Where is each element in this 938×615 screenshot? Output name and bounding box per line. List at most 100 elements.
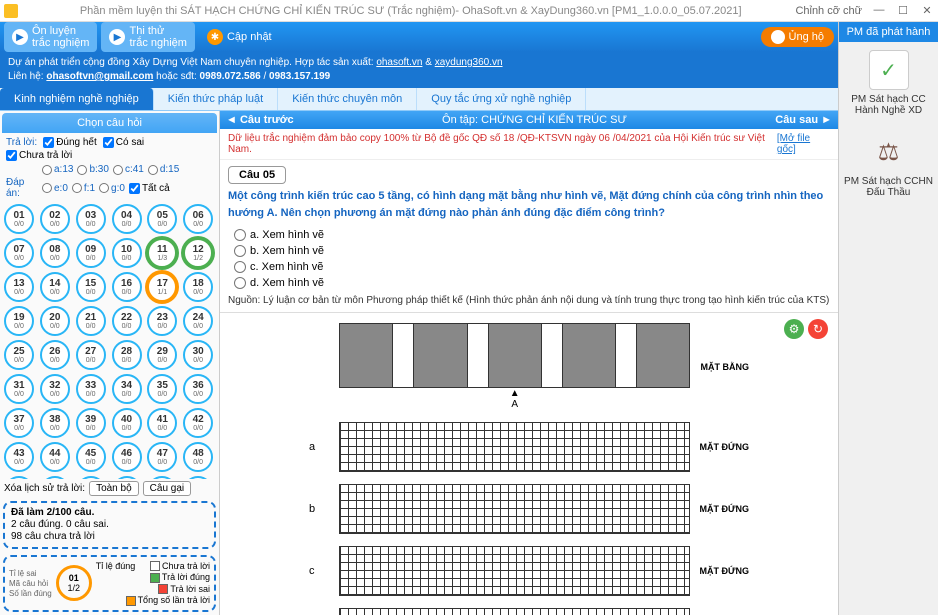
- question-cell-18[interactable]: 180/0: [183, 272, 213, 302]
- question-cell-33[interactable]: 330/0: [76, 374, 106, 404]
- software-item-1[interactable]: ✓ PM Sát hạch CC Hành Nghề XD: [839, 42, 938, 124]
- close-button[interactable]: ✕: [920, 4, 934, 18]
- question-cell-34[interactable]: 340/0: [112, 374, 142, 404]
- question-cell-30[interactable]: 300/0: [183, 340, 213, 370]
- question-cell-32[interactable]: 320/0: [40, 374, 70, 404]
- question-cell-15[interactable]: 150/0: [76, 272, 106, 302]
- update-button[interactable]: ✱ Cập nhật: [199, 26, 280, 48]
- support-icon: [771, 30, 785, 44]
- question-cell-16[interactable]: 160/0: [112, 272, 142, 302]
- data-source-alert: Dữ liệu trắc nghiệm đảm bảo copy 100% từ…: [220, 129, 838, 160]
- question-cell-37[interactable]: 370/0: [4, 408, 34, 438]
- question-cell-38[interactable]: 380/0: [40, 408, 70, 438]
- clear-recent-button[interactable]: Câu gại: [143, 481, 191, 496]
- question-cell-17[interactable]: 171/1: [147, 272, 177, 302]
- option-c[interactable]: c. Xem hình vẽ: [234, 259, 830, 275]
- exam-icon: ▶: [109, 29, 125, 45]
- info-bar: Dự án phát triển cộng đồng Xây Dựng Việt…: [0, 52, 838, 88]
- question-cell-36[interactable]: 360/0: [183, 374, 213, 404]
- filter-has-wrong[interactable]: Có sai: [103, 137, 144, 148]
- question-cell-39[interactable]: 390/0: [76, 408, 106, 438]
- answer-key-e[interactable]: e:0: [42, 177, 68, 199]
- plan-view-image: [339, 323, 691, 388]
- filter-all-correct[interactable]: Đúng hết: [43, 137, 97, 148]
- zoom-button[interactable]: ⚙: [784, 319, 804, 339]
- open-source-file-link[interactable]: [Mở file gốc]: [777, 133, 830, 155]
- answer-key-c[interactable]: c:41: [113, 164, 144, 175]
- question-cell-41[interactable]: 410/0: [147, 408, 177, 438]
- question-cell-44[interactable]: 440/0: [40, 442, 70, 472]
- maximize-button[interactable]: ☐: [896, 4, 910, 18]
- question-cell-06[interactable]: 060/0: [183, 204, 213, 234]
- practice-mode-button[interactable]: ▶ Ôn luyện trắc nghiệm: [4, 22, 97, 52]
- software-item-2[interactable]: ⚖ PM Sát hạch CCHN Đấu Thầu: [839, 124, 938, 206]
- question-cell-19[interactable]: 190/0: [4, 306, 34, 336]
- tab-specialized[interactable]: Kiến thức chuyên môn: [278, 88, 417, 110]
- question-cell-42[interactable]: 420/0: [183, 408, 213, 438]
- question-cell-14[interactable]: 140/0: [40, 272, 70, 302]
- question-cell-35[interactable]: 350/0: [147, 374, 177, 404]
- question-cell-25[interactable]: 250/0: [4, 340, 34, 370]
- question-cell-22[interactable]: 220/0: [112, 306, 142, 336]
- reset-button[interactable]: ↻: [808, 319, 828, 339]
- category-tabs: Kinh nghiệm nghề nghiệp Kiến thức pháp l…: [0, 88, 838, 111]
- question-cell-45[interactable]: 450/0: [76, 442, 106, 472]
- exam-mode-button[interactable]: ▶ Thi thử trắc nghiệm: [101, 22, 194, 52]
- question-cell-10[interactable]: 100/0: [112, 238, 142, 268]
- question-cell-20[interactable]: 200/0: [40, 306, 70, 336]
- selector-header: Chọn câu hỏi: [2, 113, 217, 133]
- question-cell-46[interactable]: 460/0: [112, 442, 142, 472]
- released-header: PM đã phát hành: [839, 22, 938, 42]
- question-cell-28[interactable]: 280/0: [112, 340, 142, 370]
- tab-ethics[interactable]: Quy tắc ứng xử nghề nghiệp: [417, 88, 586, 110]
- next-question-button[interactable]: Câu sau ►: [775, 114, 832, 126]
- question-cell-47[interactable]: 470/0: [147, 442, 177, 472]
- resize-text-label[interactable]: Chỉnh cỡ chữ: [795, 5, 862, 17]
- answer-key-f[interactable]: f:1: [72, 177, 95, 199]
- question-cell-09[interactable]: 090/0: [76, 238, 106, 268]
- question-cell-08[interactable]: 080/0: [40, 238, 70, 268]
- minimize-button[interactable]: —: [872, 4, 886, 18]
- answer-filter-label: Trả lời:: [6, 137, 37, 148]
- question-cell-48[interactable]: 480/0: [183, 442, 213, 472]
- option-d[interactable]: d. Xem hình vẽ: [234, 275, 830, 291]
- question-cell-29[interactable]: 290/0: [147, 340, 177, 370]
- answer-key-b[interactable]: b:30: [77, 164, 108, 175]
- question-cell-40[interactable]: 400/0: [112, 408, 142, 438]
- question-cell-13[interactable]: 130/0: [4, 272, 34, 302]
- tab-experience[interactable]: Kinh nghiệm nghề nghiệp: [0, 88, 154, 110]
- answer-key-all[interactable]: Tất cả: [129, 177, 170, 199]
- question-cell-21[interactable]: 210/0: [76, 306, 106, 336]
- answer-options: a. Xem hình vẽb. Xem hình vẽc. Xem hình …: [234, 227, 830, 291]
- question-number-badge: Câu 05: [228, 166, 286, 184]
- tab-law[interactable]: Kiến thức pháp luật: [154, 88, 278, 110]
- answer-key-g[interactable]: g:0: [99, 177, 125, 199]
- question-cell-43[interactable]: 430/0: [4, 442, 34, 472]
- question-cell-11[interactable]: 111/3: [147, 238, 177, 268]
- clear-all-button[interactable]: Toàn bộ: [89, 481, 139, 496]
- question-cell-24[interactable]: 240/0: [183, 306, 213, 336]
- question-cell-26[interactable]: 260/0: [40, 340, 70, 370]
- question-cell-04[interactable]: 040/0: [112, 204, 142, 234]
- prev-question-button[interactable]: ◄ Câu trước: [226, 114, 294, 126]
- question-cell-05[interactable]: 050/0: [147, 204, 177, 234]
- question-cell-12[interactable]: 121/2: [183, 238, 213, 268]
- question-cell-31[interactable]: 310/0: [4, 374, 34, 404]
- contact-email[interactable]: ohasoftvn@gmail.com: [46, 71, 153, 82]
- answer-key-a[interactable]: a:13: [42, 164, 73, 175]
- option-a[interactable]: a. Xem hình vẽ: [234, 227, 830, 243]
- link-ohasoft[interactable]: ohasoft.vn: [376, 57, 422, 68]
- option-b[interactable]: b. Xem hình vẽ: [234, 243, 830, 259]
- question-cell-07[interactable]: 070/0: [4, 238, 34, 268]
- question-cell-01[interactable]: 010/0: [4, 204, 34, 234]
- released-software-panel: PM đã phát hành ✓ PM Sát hạch CC Hành Ng…: [838, 22, 938, 615]
- link-xaydung360[interactable]: xaydung360.vn: [435, 57, 503, 68]
- question-cell-03[interactable]: 030/0: [76, 204, 106, 234]
- support-button[interactable]: Ủng hộ: [761, 27, 834, 47]
- question-cell-23[interactable]: 230/0: [147, 306, 177, 336]
- filter-unanswered[interactable]: Chưa trả lời: [6, 150, 72, 161]
- question-cell-27[interactable]: 270/0: [76, 340, 106, 370]
- answer-key-d[interactable]: d:15: [148, 164, 179, 175]
- question-cell-02[interactable]: 020/0: [40, 204, 70, 234]
- answer-key-label: Đáp án:: [6, 177, 38, 199]
